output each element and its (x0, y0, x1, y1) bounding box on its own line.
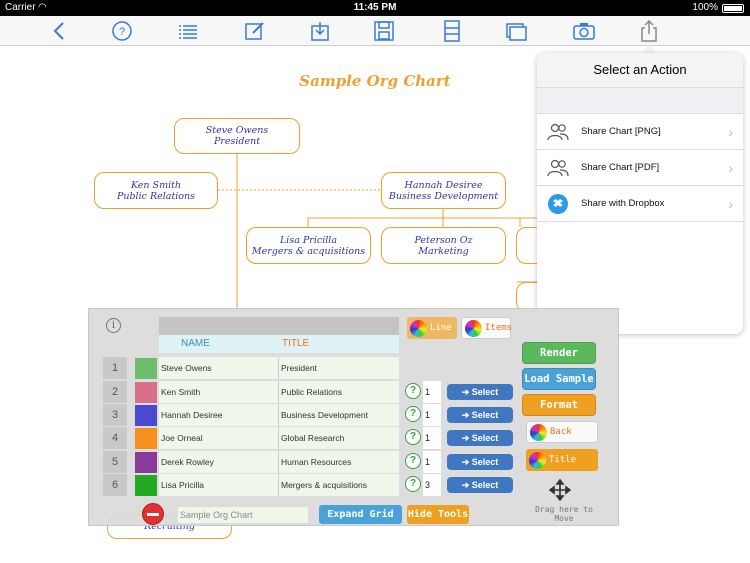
chevron-right-icon: › (728, 196, 733, 212)
row-title-cell[interactable]: Human Resources (279, 451, 399, 473)
node-title: Business Development (388, 190, 499, 202)
line-color-button[interactable]: Line (407, 317, 457, 339)
action-popover: Select an Action Share Chart [PNG] › Sha… (537, 53, 743, 334)
color-wheel-icon (410, 319, 427, 337)
tools-panel: i NAME TITLE Line Items 1 Steve Owens Pr… (88, 308, 619, 526)
row-color-swatch[interactable] (135, 382, 157, 403)
node-title: Public Relations (116, 190, 196, 202)
row-level-cell[interactable]: 1 (423, 404, 441, 426)
help-icon[interactable]: ? (405, 406, 421, 422)
popover-title: Select an Action (593, 62, 687, 77)
delete-icon[interactable] (142, 503, 164, 525)
share-pdf-item[interactable]: Share Chart [PDF] › (537, 149, 743, 185)
help-icon[interactable]: ? (405, 453, 421, 469)
row-level-cell[interactable]: 1 (423, 451, 441, 473)
help-icon[interactable]: ? (405, 429, 421, 445)
share-png-item[interactable]: Share Chart [PNG] › (537, 113, 743, 149)
chevron-right-icon: › (728, 124, 733, 140)
items-button-label: Items (485, 323, 513, 333)
dropbox-icon (548, 194, 568, 214)
people-icon (547, 123, 569, 141)
chevron-right-icon: › (728, 160, 733, 176)
expand-grid-button[interactable]: Expand Grid (319, 505, 402, 524)
node-name: Peterson Oz (414, 234, 473, 246)
grid-header-bar (159, 317, 399, 335)
column-header-name[interactable]: NAME (159, 335, 279, 353)
people-icon (547, 159, 569, 177)
row-color-swatch[interactable] (135, 475, 157, 496)
title-color-button[interactable]: Title (526, 449, 598, 471)
node-title: Mergers & acquisitions (251, 245, 366, 257)
row-number: 3 (103, 404, 127, 426)
color-wheel-icon (465, 319, 482, 337)
column-header-title[interactable]: TITLE (279, 335, 399, 353)
row-level-cell[interactable]: 1 (423, 381, 441, 403)
node-title: Marketing (418, 245, 469, 257)
row-level-cell[interactable]: 3 (423, 474, 441, 496)
line-button-label: Line (430, 323, 452, 333)
back-button-label: Back (550, 427, 572, 437)
node-name: Hannah Desiree (404, 179, 483, 191)
help-icon[interactable]: ? (405, 383, 421, 399)
row-number: 2 (103, 381, 127, 403)
drag-hint: Drag here to Move (535, 505, 593, 523)
row-title-cell[interactable]: Global Research (279, 427, 399, 449)
row-title-cell[interactable]: Business Development (279, 404, 399, 426)
select-parent-button[interactable]: ➔ Select (447, 407, 513, 423)
org-node[interactable]: Hannah Desiree Business Development (381, 172, 506, 209)
share-dropbox-item[interactable]: Share with Dropbox › (537, 185, 743, 221)
org-node[interactable]: Steve Owens President (174, 118, 300, 154)
chart-name-input[interactable]: Sample Org Chart (177, 506, 309, 524)
row-level-cell[interactable]: 1 (423, 427, 441, 449)
help-icon[interactable]: ? (405, 476, 421, 492)
share-dropbox-label: Share with Dropbox (581, 198, 665, 209)
format-button[interactable]: Format (522, 394, 596, 416)
org-node[interactable]: Peterson Oz Marketing (381, 227, 506, 264)
select-parent-button[interactable]: ➔ Select (447, 430, 513, 446)
share-png-label: Share Chart [PNG] (581, 126, 661, 137)
row-color-swatch[interactable] (135, 358, 157, 379)
select-parent-button[interactable]: ➔ Select (447, 454, 513, 470)
items-color-button[interactable]: Items (461, 317, 513, 339)
color-wheel-icon (529, 451, 546, 469)
row-color-swatch[interactable] (135, 452, 157, 473)
row-color-swatch[interactable] (135, 428, 157, 449)
row-name-cell[interactable]: Hannah Desiree (159, 404, 279, 426)
select-parent-button[interactable]: ➔ Select (447, 477, 513, 493)
node-name: Lisa Pricilla (280, 234, 337, 246)
row-number: 1 (103, 357, 127, 379)
row-title-cell[interactable]: Public Relations (279, 381, 399, 403)
org-node[interactable]: Ken Smith Public Relations (94, 172, 218, 209)
row-number: 6 (103, 474, 127, 496)
move-icon[interactable] (549, 479, 571, 501)
title-button-label: Title (549, 455, 577, 465)
row-title-cell[interactable]: Mergers & acquisitions (279, 474, 399, 496)
node-name: Steve Owens (205, 125, 269, 136)
select-parent-button[interactable]: ➔ Select (447, 384, 513, 400)
row-name-cell[interactable]: Derek Rowley (159, 451, 279, 473)
row-name-cell[interactable]: Lisa Pricilla (159, 474, 279, 496)
row-name-cell[interactable]: Joe Orneal (159, 427, 279, 449)
share-pdf-label: Share Chart [PDF] (581, 162, 660, 173)
app-screen: Carrier ◠ 11:45 PM 100% ? Sample Org Cha… (0, 0, 750, 563)
row-number: 4 (103, 427, 127, 449)
render-chart-button[interactable]: Render Chart (522, 342, 596, 379)
info-icon[interactable]: i (106, 318, 121, 333)
node-title: President (213, 136, 261, 147)
color-wheel-icon (530, 423, 547, 441)
popover-spacer (537, 87, 743, 113)
org-node[interactable]: Lisa Pricilla Mergers & acquisitions (246, 227, 371, 264)
row-title-cell[interactable]: President (279, 357, 399, 379)
load-sample-button[interactable]: Load Sample (522, 368, 596, 390)
row-name-cell[interactable]: Ken Smith (159, 381, 279, 403)
back-color-button[interactable]: Back (526, 421, 598, 443)
row-color-swatch[interactable] (135, 405, 157, 426)
hide-tools-button[interactable]: Hide Tools (407, 505, 469, 524)
row-name-cell[interactable]: Steve Owens (159, 357, 279, 379)
row-number: 5 (103, 451, 127, 473)
node-name: Ken Smith (130, 179, 182, 191)
popover-arrow (641, 45, 657, 53)
